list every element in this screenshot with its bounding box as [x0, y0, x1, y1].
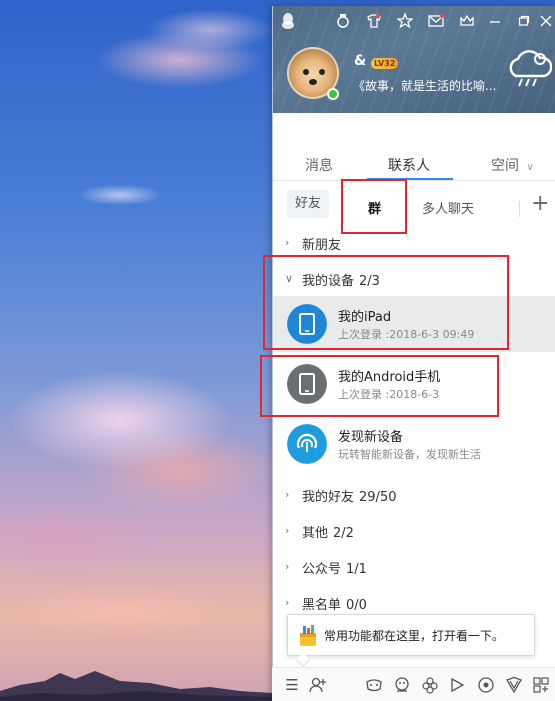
tab-qzone-label: 空间 — [491, 158, 519, 174]
group-name: 公众号 — [302, 562, 342, 577]
add-icon[interactable]: + — [531, 193, 549, 215]
tools-box-icon — [300, 625, 316, 646]
mail-icon[interactable] — [425, 10, 447, 32]
tab-qzone[interactable]: 空间 ∨ — [491, 155, 534, 175]
group-label: 黑名单 0/0 — [302, 594, 367, 613]
crown-icon[interactable] — [456, 10, 478, 32]
avatar-eye-right — [319, 69, 325, 75]
chevron-right-icon: › — [285, 488, 290, 501]
badge-icon[interactable] — [332, 10, 354, 32]
group-my-friends[interactable]: › 我的好友 29/50 — [273, 477, 555, 511]
device-name: 发现新设备 — [338, 430, 404, 445]
chevron-right-icon: › — [285, 524, 290, 537]
feature-tooltip[interactable]: 常用功能都在这里，打开看一下。 — [287, 614, 535, 668]
star-icon[interactable] — [394, 10, 416, 32]
qq-penguin-icon[interactable] — [277, 10, 299, 32]
mountain-silhouette — [0, 671, 272, 701]
device-row-discover[interactable]: 发现新设备 玩转智能新设备，发现新生活 — [273, 416, 555, 472]
group-new-friends[interactable]: › 新朋友 — [273, 225, 555, 259]
subtab-friends[interactable]: 好友 — [287, 190, 330, 218]
group-label: 新朋友 — [302, 234, 341, 253]
annotation-box-android — [260, 355, 499, 417]
group-name: 我的好友 — [302, 490, 355, 505]
avatar-nose — [309, 79, 317, 85]
group-count: 2/2 — [333, 526, 354, 541]
group-count: 29/50 — [359, 490, 397, 505]
contact-sub-tabs: 好友 群 多人聊天 + — [273, 182, 555, 226]
level-badge[interactable]: LV32 — [371, 58, 399, 69]
group-name: 新朋友 — [302, 238, 342, 253]
close-icon[interactable] — [535, 10, 555, 32]
weather-cloud-icon[interactable] — [506, 46, 552, 92]
restore-icon[interactable] — [513, 10, 535, 32]
profile-header: & LV32 《故事，就是生活的比喻... 搜索 — [273, 6, 555, 143]
video-play-icon[interactable] — [448, 676, 466, 694]
divider — [519, 201, 520, 217]
group-count: 0/0 — [346, 598, 367, 613]
search-input[interactable]: 搜索 — [307, 121, 331, 138]
chevron-down-icon: ∨ — [526, 162, 534, 173]
online-status-icon[interactable] — [327, 88, 339, 100]
text-cursor — [305, 122, 306, 136]
title-bar — [273, 10, 555, 36]
minimize-icon[interactable] — [484, 10, 506, 32]
main-menu-icon[interactable]: ☰ — [283, 676, 301, 694]
avatar-eye-left — [303, 69, 309, 75]
shirt-icon[interactable] — [363, 10, 385, 32]
group-label: 我的好友 29/50 — [302, 486, 396, 505]
discover-subtitle: 玩转智能新设备，发现新生活 — [338, 448, 481, 461]
pet-icon[interactable] — [393, 676, 411, 694]
app-manager-icon[interactable] — [532, 676, 550, 694]
tab-contacts[interactable]: 联系人 — [388, 155, 430, 175]
music-icon[interactable] — [477, 676, 495, 694]
group-other[interactable]: › 其他 2/2 — [273, 513, 555, 547]
chevron-right-icon: › — [285, 560, 290, 573]
signature[interactable]: 《故事，就是生活的比喻... — [353, 77, 498, 94]
qq-main-panel: & LV32 《故事，就是生活的比喻... 搜索 消息 联系人 空间 ∨ 好友 … — [272, 6, 555, 701]
group-label: 公众号 1/1 — [302, 558, 367, 577]
group-name: 其他 — [302, 526, 329, 541]
group-name: 黑名单 — [302, 598, 342, 613]
main-tabs: 消息 联系人 空间 ∨ — [273, 147, 555, 181]
search-icon — [286, 122, 299, 135]
annotation-box-my-devices — [263, 255, 509, 350]
group-count: 1/1 — [346, 562, 367, 577]
shield-icon[interactable] — [505, 676, 523, 694]
chevron-right-icon: › — [285, 236, 290, 249]
nickname[interactable]: & — [354, 53, 366, 69]
subtab-multi-chat[interactable]: 多人聊天 — [422, 198, 474, 217]
group-official-accounts[interactable]: › 公众号 1/1 — [273, 549, 555, 583]
discover-device-icon — [287, 424, 327, 464]
group-label: 其他 2/2 — [302, 522, 354, 541]
annotation-box-groups-tab — [341, 179, 407, 234]
chevron-right-icon: › — [285, 596, 290, 609]
tab-messages[interactable]: 消息 — [305, 155, 333, 175]
add-friend-icon[interactable] — [309, 676, 327, 694]
bottom-toolbar: ☰ — [272, 667, 555, 701]
search-bar[interactable]: 搜索 — [273, 113, 555, 143]
game-icon[interactable] — [365, 676, 383, 694]
flower-icon[interactable] — [421, 676, 439, 694]
tooltip-text: 常用功能都在这里，打开看一下。 — [324, 629, 505, 643]
